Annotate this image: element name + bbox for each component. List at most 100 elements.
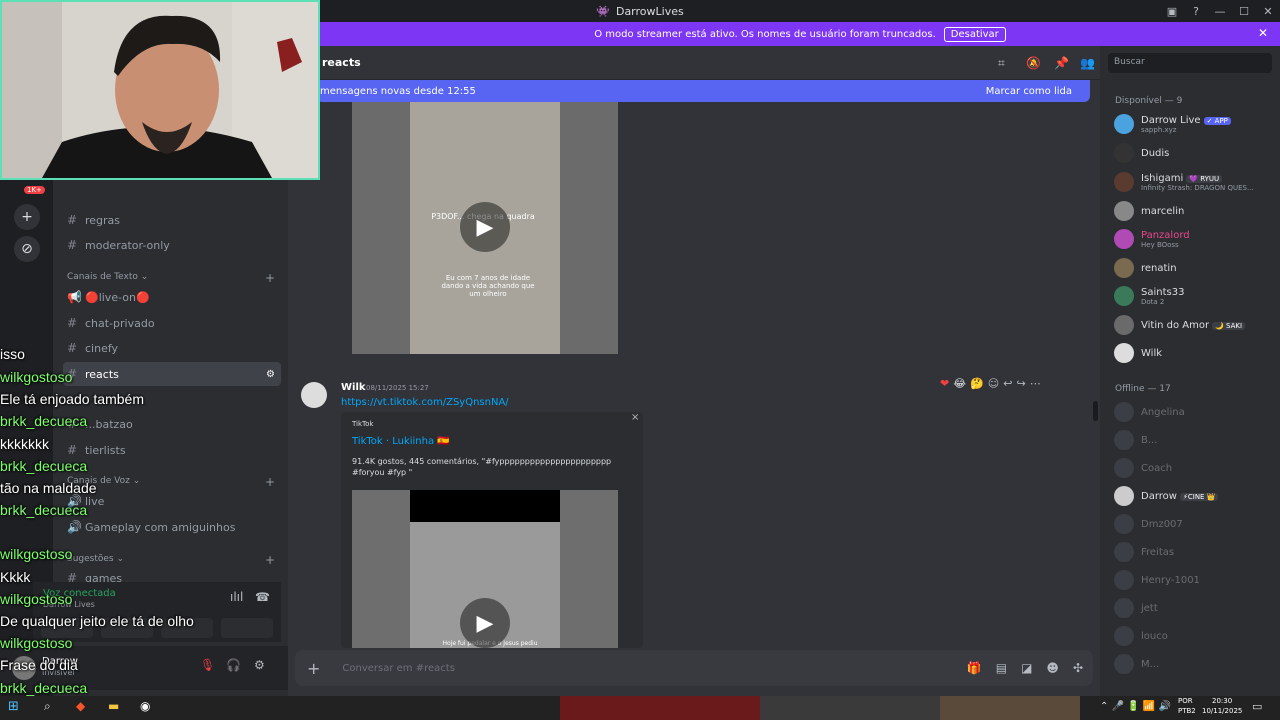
keyboard-layout[interactable]: PTB2 bbox=[1178, 707, 1196, 715]
channel-cinefy[interactable]: # cinefy bbox=[63, 336, 281, 360]
composer-input[interactable]: Conversar em #reacts bbox=[342, 663, 455, 674]
message-composer[interactable]: + Conversar em #reacts 🎁 ▤ ◪ ☻ ✣ bbox=[295, 650, 1093, 686]
overlay-chat-user: wilkgostoso bbox=[0, 635, 73, 651]
soundboard-button[interactable] bbox=[221, 618, 273, 638]
search-taskbar-icon[interactable]: ⌕ bbox=[44, 699, 51, 714]
member-item[interactable]: marcelin bbox=[1114, 201, 1184, 221]
avatar bbox=[1114, 542, 1134, 562]
start-icon[interactable]: ⊞ bbox=[8, 699, 19, 714]
member-item[interactable]: Darrow ⚡CINE 👑 bbox=[1114, 486, 1219, 506]
channel-live-on[interactable]: 📢 🔴live-on🔴 bbox=[63, 285, 281, 309]
add-channel-icon[interactable]: + bbox=[265, 271, 275, 285]
settings-icon[interactable]: ⚙ bbox=[266, 369, 275, 380]
clock-time[interactable]: 20:30 bbox=[1212, 697, 1232, 705]
member-item[interactable]: Coach bbox=[1114, 458, 1172, 478]
channel-chat-privado[interactable]: # chat-privado bbox=[63, 311, 281, 335]
emoji-icon[interactable]: ☻ bbox=[1046, 661, 1059, 675]
minimize-button[interactable]: — bbox=[1208, 5, 1232, 18]
sticker-icon[interactable]: ◪ bbox=[1021, 661, 1032, 675]
add-reaction-icon[interactable]: ☺ bbox=[988, 377, 999, 390]
heart-reaction[interactable]: ❤ bbox=[940, 377, 949, 390]
reply-icon[interactable]: ↩ bbox=[1003, 377, 1012, 390]
gif-icon[interactable]: ▤ bbox=[996, 661, 1007, 675]
deafen-icon[interactable]: 🎧 bbox=[226, 658, 241, 672]
discover-icon[interactable]: ⊘ bbox=[14, 236, 40, 262]
offline-header: Offline — 17 bbox=[1115, 384, 1171, 394]
explorer-icon[interactable]: ▬ bbox=[108, 699, 119, 713]
add-channel-icon[interactable]: + bbox=[265, 553, 275, 567]
category-text[interactable]: Canais de Texto ⌄ + bbox=[67, 271, 275, 285]
disable-streamer-button[interactable]: Desativar bbox=[943, 26, 1006, 42]
member-item[interactable]: Panzalord Hey BOoss bbox=[1114, 229, 1190, 249]
apps-icon[interactable]: ✣ bbox=[1073, 661, 1083, 675]
member-item[interactable]: M... bbox=[1114, 654, 1159, 674]
member-item[interactable]: Wilk bbox=[1114, 343, 1162, 363]
message-author[interactable]: Wilk bbox=[341, 382, 366, 393]
embed-close-icon[interactable]: × bbox=[631, 412, 639, 423]
member-item[interactable]: renatin bbox=[1114, 258, 1177, 278]
member-item[interactable]: louco bbox=[1114, 626, 1168, 646]
member-item[interactable]: Vitin do Amor 🌙 SAKI bbox=[1114, 315, 1246, 335]
noise-icon[interactable]: ılıl bbox=[230, 590, 243, 604]
inbox-icon[interactable]: ▣ bbox=[1160, 5, 1184, 18]
member-item[interactable]: Darrow Live ✓ APP sapph.xyz bbox=[1114, 114, 1231, 134]
member-item[interactable]: Henry-1001 bbox=[1114, 570, 1200, 590]
channel-tierlists[interactable]: # tierlists bbox=[63, 438, 281, 462]
member-item[interactable]: B... bbox=[1114, 430, 1157, 450]
member-item[interactable]: Dudis bbox=[1114, 143, 1169, 163]
mute-icon[interactable]: 🔕 bbox=[1026, 56, 1041, 70]
search-input[interactable]: Buscar bbox=[1108, 53, 1272, 73]
think-reaction[interactable]: 🤔 bbox=[970, 377, 984, 390]
gift-icon[interactable]: 🎁 bbox=[967, 661, 982, 675]
threads-icon[interactable]: ⌗ bbox=[998, 56, 1005, 71]
mark-read-button[interactable]: Marcar como lida bbox=[986, 86, 1072, 97]
clock-date[interactable]: 10/11/2025 bbox=[1202, 707, 1242, 715]
channel-regras[interactable]: # regras bbox=[63, 208, 281, 232]
notifications-icon[interactable]: ▭ bbox=[1252, 700, 1262, 713]
channel-gameplay[interactable]: 🔊 Gameplay com amiguinhos bbox=[63, 515, 281, 539]
message-link[interactable]: https://vt.tiktok.com/ZSyQnsnNA/ bbox=[341, 397, 509, 408]
embed-title[interactable]: TikTok · Lukiinha 🇪🇸 bbox=[352, 436, 450, 447]
close-window-button[interactable]: ✕ bbox=[1256, 5, 1280, 18]
channel-reacts[interactable]: # reacts ⚙ bbox=[63, 362, 281, 386]
video-embed[interactable]: P3DOF... chega na quadra Eu com 7 anos d… bbox=[352, 102, 618, 354]
announcement-icon: 📢 bbox=[67, 290, 82, 304]
obs-icon[interactable]: ◉ bbox=[140, 699, 150, 713]
tray-icons[interactable]: ⌃ 🎤 🔋 📶 🔊 bbox=[1100, 701, 1171, 712]
maximize-button[interactable]: ☐ bbox=[1232, 5, 1256, 18]
mic-muted-icon[interactable]: 🎙 bbox=[200, 658, 215, 672]
author-avatar[interactable] bbox=[301, 382, 327, 408]
plus-icon[interactable]: + bbox=[307, 659, 320, 678]
forward-icon[interactable]: ↪ bbox=[1016, 377, 1025, 390]
embed-description: 91.4K gostos, 445 comentários, "#fyppppp… bbox=[352, 457, 612, 477]
category-suggestions[interactable]: Sugestões ⌄ + bbox=[67, 553, 275, 567]
play-icon[interactable]: ▶ bbox=[460, 598, 510, 648]
member-item[interactable]: Saints33 Dota 2 bbox=[1114, 286, 1184, 306]
add-server-icon[interactable]: + bbox=[14, 204, 40, 230]
banner-close-icon[interactable]: ✕ bbox=[1258, 26, 1268, 40]
new-messages-bar[interactable]: mensagens novas desde 12:55 Marcar como … bbox=[316, 80, 1090, 102]
member-item[interactable]: Angelina bbox=[1114, 402, 1185, 422]
more-icon[interactable]: ⋯ bbox=[1030, 377, 1041, 390]
help-icon[interactable]: ? bbox=[1184, 5, 1208, 18]
scrollbar[interactable] bbox=[1093, 401, 1098, 421]
user-settings-icon[interactable]: ⚙ bbox=[254, 658, 265, 672]
taskbar: ⊞ ⌕ ◆ ▬ ◉ ⌃ 🎤 🔋 📶 🔊 POR PTB2 20:30 10/11… bbox=[0, 696, 1280, 720]
video-embed[interactable]: Hoje fui pedalar e o Jesus pediu ▶ bbox=[352, 490, 618, 648]
pin-icon[interactable]: 📌 bbox=[1054, 56, 1069, 70]
overlay-chat-line: tão na maldade bbox=[0, 480, 97, 496]
members-icon[interactable]: 👥 bbox=[1080, 56, 1095, 70]
member-item[interactable]: jett bbox=[1114, 598, 1158, 618]
play-icon[interactable]: ▶ bbox=[460, 202, 510, 252]
channel-moderator-only[interactable]: # moderator-only bbox=[63, 233, 281, 257]
member-item[interactable]: Ishigami 💜 RYUU Infinity Strash: DRAGON QU… bbox=[1114, 172, 1254, 192]
laugh-reaction[interactable]: 😂 bbox=[953, 377, 966, 390]
channel-batzao[interactable]: # ...batzao bbox=[63, 412, 281, 436]
brave-icon[interactable]: ◆ bbox=[76, 699, 85, 713]
add-channel-icon[interactable]: + bbox=[265, 475, 275, 489]
disconnect-icon[interactable]: ☎ bbox=[255, 590, 270, 604]
member-item[interactable]: Freitas bbox=[1114, 542, 1174, 562]
avatar bbox=[1114, 286, 1134, 306]
language-indicator[interactable]: POR bbox=[1178, 697, 1193, 705]
member-item[interactable]: Dmz007 bbox=[1114, 514, 1183, 534]
